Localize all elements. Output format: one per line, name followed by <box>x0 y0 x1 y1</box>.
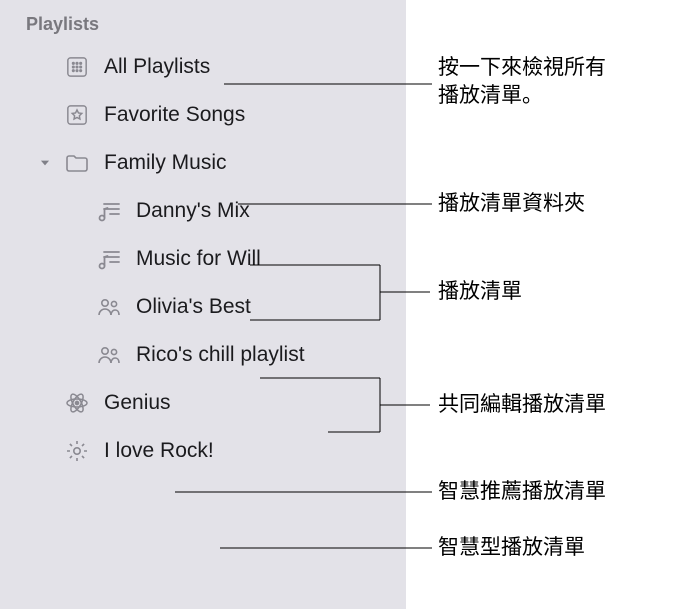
sidebar-item-label: I love Rock! <box>104 439 214 463</box>
callout-collab: 共同編輯播放清單 <box>438 391 606 419</box>
gear-icon <box>64 438 90 464</box>
chevron-down-icon[interactable] <box>38 156 52 170</box>
sidebar-item-label: Olivia's Best <box>136 295 251 319</box>
sidebar-item-label: All Playlists <box>104 55 210 79</box>
sidebar-item-label: Family Music <box>104 151 227 175</box>
sidebar-item-label: Favorite Songs <box>104 103 245 127</box>
callout-smart: 智慧型播放清單 <box>438 534 585 562</box>
sidebar-item-genius[interactable]: Genius <box>0 379 406 427</box>
playlists-sidebar: Playlists All Playlists Fa <box>0 0 406 609</box>
callout-all-playlists: 按一下來檢視所有 播放清單。 <box>438 54 606 111</box>
callout-folder: 播放清單資料夾 <box>438 190 585 218</box>
sidebar-item-label: Rico's chill playlist <box>136 343 305 367</box>
sidebar-item-ricos-chill[interactable]: Rico's chill playlist <box>0 331 406 379</box>
people-icon <box>96 342 122 368</box>
people-icon <box>96 294 122 320</box>
folder-icon <box>64 150 90 176</box>
playlist-icon <box>96 246 122 272</box>
callout-playlist: 播放清單 <box>438 278 522 306</box>
sidebar-item-label: Danny's Mix <box>136 199 250 223</box>
sidebar-item-music-for-will[interactable]: Music for Will <box>0 235 406 283</box>
sidebar-item-all-playlists[interactable]: All Playlists <box>0 43 406 91</box>
sidebar-item-label: Genius <box>104 391 171 415</box>
sidebar-item-olivias-best[interactable]: Olivia's Best <box>0 283 406 331</box>
sidebar-item-favorite-songs[interactable]: Favorite Songs <box>0 91 406 139</box>
playlist-icon <box>96 198 122 224</box>
callout-genius: 智慧推薦播放清單 <box>438 478 606 506</box>
sidebar-item-dannys-mix[interactable]: Danny's Mix <box>0 187 406 235</box>
sidebar-item-i-love-rock[interactable]: I love Rock! <box>0 427 406 475</box>
section-header-playlists: Playlists <box>0 14 406 43</box>
atom-icon <box>64 390 90 416</box>
sidebar-item-family-music[interactable]: Family Music <box>0 139 406 187</box>
star-icon <box>64 102 90 128</box>
grid-icon <box>64 54 90 80</box>
sidebar-item-label: Music for Will <box>136 247 261 271</box>
